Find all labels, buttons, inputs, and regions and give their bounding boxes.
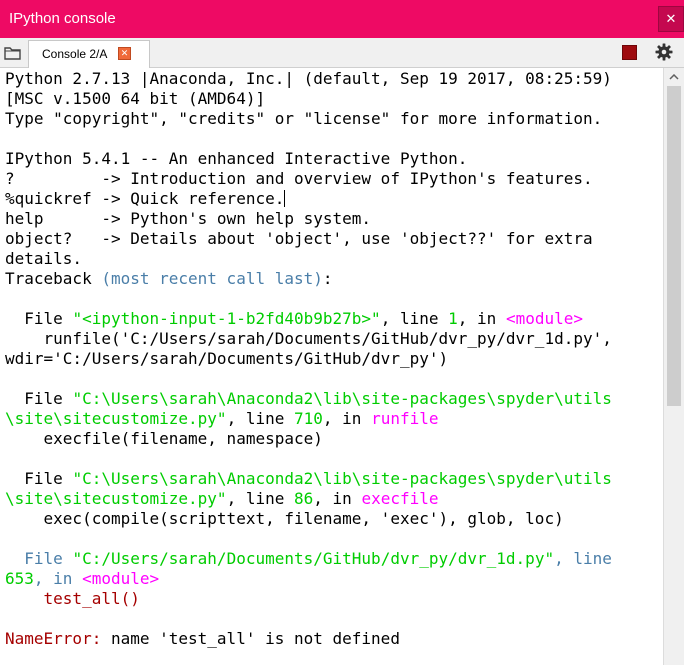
console-text-segment: wdir='C:/Users/sarah/Documents/GitHub/dv…	[5, 349, 449, 368]
console-text-segment: <module>	[82, 569, 160, 588]
console-line: execfile(filename, namespace)	[5, 429, 323, 448]
console-text-segment: , in	[313, 489, 362, 508]
console-text-segment: File	[5, 549, 73, 568]
folder-icon	[4, 47, 21, 60]
browse-tabs-button[interactable]	[3, 43, 23, 63]
console-text-segment: name 'test_all' is not defined	[101, 629, 400, 648]
console-text-segment: , line	[226, 409, 294, 428]
console-text-segment: File	[5, 309, 73, 328]
console-line: test_all()	[5, 589, 140, 608]
console-text-segment: details.	[5, 249, 83, 268]
console-line: File "C:\Users\sarah\Anaconda2\lib\site-…	[5, 389, 612, 408]
console-text-segment: 653	[5, 569, 34, 588]
console-text-segment: object? -> Details about 'object', use '…	[5, 229, 593, 248]
console-text-segment: File	[5, 469, 73, 488]
console-line: exec(compile(scripttext, filename, 'exec…	[5, 509, 564, 528]
console-text-segment: %quickref -> Quick reference.	[5, 189, 285, 208]
console-line: Type "copyright", "credits" or "license"…	[5, 109, 602, 128]
console-line: [MSC v.1500 64 bit (AMD64)]	[5, 89, 265, 108]
vertical-scrollbar[interactable]	[663, 68, 684, 665]
scroll-up-button[interactable]	[664, 68, 684, 86]
console-text-segment: NameError:	[5, 629, 102, 648]
console-line: wdir='C:/Users/sarah/Documents/GitHub/dv…	[5, 349, 448, 368]
console-text-segment: "C:\Users\sarah\Anaconda2\lib\site-packa…	[72, 389, 612, 408]
scrollbar-thumb[interactable]	[667, 86, 681, 406]
console-text-segment: , in	[322, 409, 372, 428]
console-text-segment: , in	[33, 569, 83, 588]
close-icon: ✕	[120, 48, 129, 58]
console-text-segment: runfile('C:/Users/sarah/Documents/GitHub…	[5, 329, 612, 348]
console-text-segment: <module>	[505, 309, 583, 328]
console-line: ? -> Introduction and overview of IPytho…	[5, 169, 593, 188]
console-text-segment: , line	[226, 489, 294, 508]
tab-console-2a[interactable]: Console 2/A ✕	[28, 40, 150, 68]
console-text-segment: "C:\Users\sarah\Anaconda2\lib\site-packa…	[72, 469, 612, 488]
window-title: IPython console	[9, 10, 116, 27]
title-bar: IPython console ✕	[0, 0, 684, 38]
console-text-segment: 86	[294, 489, 314, 508]
console-line: Python 2.7.13 |Anaconda, Inc.| (default,…	[5, 69, 612, 88]
chevron-up-icon	[669, 74, 679, 80]
tab-label: Console 2/A	[42, 47, 108, 61]
console-line: NameError: name 'test_all' is not define…	[5, 629, 400, 648]
console-line: Traceback (most recent call last):	[5, 269, 333, 288]
console-text-segment: Type "copyright", "credits" or "license"…	[5, 109, 603, 128]
close-tab-button[interactable]: ✕	[118, 47, 131, 60]
console-text-segment: 710	[294, 409, 323, 428]
console-text-segment: File	[5, 389, 73, 408]
console-text-segment: IPython 5.4.1 -- An enhanced Interactive…	[5, 149, 468, 168]
console-text-segment: "<ipython-input-1-b2fd40b9b27b>"	[72, 309, 381, 328]
console-text-segment: Traceback	[5, 269, 102, 288]
console-output: Python 2.7.13 |Anaconda, Inc.| (default,…	[5, 69, 657, 649]
console-line: File "<ipython-input-1-b2fd40b9b27b>", l…	[5, 309, 583, 328]
console-text-segment: \site\sitecustomize.py"	[5, 489, 227, 508]
console-text-segment: runfile	[371, 409, 439, 428]
console-text-segment: , line	[380, 309, 449, 328]
console-text-segment: execfile	[361, 489, 439, 508]
console-text-segment: test_all()	[5, 589, 140, 608]
console-text-segment: , in	[457, 309, 506, 328]
console-text-segment: [MSC v.1500 64 bit (AMD64)]	[5, 89, 266, 108]
console-text-segment: ? -> Introduction and overview of IPytho…	[5, 169, 593, 188]
console-text-segment: , line	[554, 549, 612, 568]
console-text-segment: execfile(filename, namespace)	[5, 429, 323, 448]
console-line: IPython 5.4.1 -- An enhanced Interactive…	[5, 149, 467, 168]
console-line: File "C:\Users\sarah\Anaconda2\lib\site-…	[5, 469, 612, 488]
console-line: \site\sitecustomize.py", line 710, in ru…	[5, 409, 439, 428]
console-line: File "C:/Users/sarah/Documents/GitHub/dv…	[5, 549, 612, 568]
console-line: \site\sitecustomize.py", line 86, in exe…	[5, 489, 439, 508]
console-line: %quickref -> Quick reference.	[5, 189, 286, 208]
options-button[interactable]	[654, 42, 674, 62]
gear-icon	[655, 43, 673, 61]
stop-kernel-button[interactable]	[622, 45, 637, 60]
text-cursor	[284, 190, 286, 207]
console-line: runfile('C:/Users/sarah/Documents/GitHub…	[5, 329, 612, 348]
close-window-button[interactable]: ✕	[658, 6, 684, 32]
console-text-segment: "C:/Users/sarah/Documents/GitHub/dvr_py/…	[72, 549, 555, 568]
console-text-segment: :	[322, 269, 333, 288]
console-text-segment: 1	[448, 309, 458, 328]
console-text-segment: help -> Python's own help system.	[5, 209, 372, 228]
console-text-segment: \site\sitecustomize.py"	[5, 409, 227, 428]
console-text-segment: Python 2.7.13 |Anaconda, Inc.| (default,…	[5, 69, 612, 88]
console-line: details.	[5, 249, 82, 268]
console-text-segment: exec(compile(scripttext, filename, 'exec…	[5, 509, 564, 528]
console-tab-bar: Console 2/A ✕	[0, 38, 684, 68]
console-line: help -> Python's own help system.	[5, 209, 371, 228]
console-line: 653, in <module>	[5, 569, 159, 588]
console-line: object? -> Details about 'object', use '…	[5, 229, 593, 248]
console-output-area[interactable]: Python 2.7.13 |Anaconda, Inc.| (default,…	[0, 68, 684, 665]
close-icon: ✕	[665, 11, 677, 26]
console-text-segment: (most recent call last)	[101, 269, 323, 288]
